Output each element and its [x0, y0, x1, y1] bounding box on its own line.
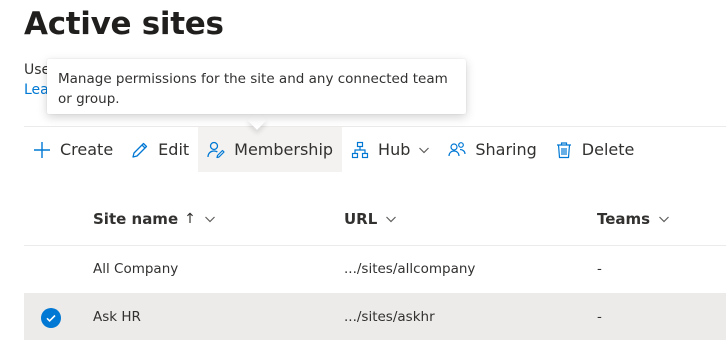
command-bar: Create Edit Membership Hub Sharing Delet…: [22, 127, 643, 172]
url-cell: .../sites/askhr: [344, 309, 435, 325]
table-row[interactable]: All Company .../sites/allcompany -: [24, 245, 726, 292]
tooltip-text: Manage permissions for the site and any …: [58, 71, 448, 107]
column-header-site-name[interactable]: Site name ↑: [93, 210, 216, 228]
delete-button[interactable]: Delete: [546, 127, 644, 172]
teams-cell: -: [597, 261, 602, 277]
trash-icon: [556, 141, 571, 158]
teams-cell: -: [597, 309, 602, 325]
sharing-label: Sharing: [475, 140, 537, 159]
hub-button[interactable]: Hub: [342, 127, 439, 172]
membership-button[interactable]: Membership: [198, 127, 343, 172]
plus-icon: [34, 141, 50, 158]
pencil-icon: [132, 142, 148, 158]
chevron-down-icon: [386, 216, 397, 223]
edit-button[interactable]: Edit: [122, 127, 198, 172]
chevron-down-icon: [659, 216, 670, 223]
sort-ascending-icon: ↑: [184, 211, 196, 227]
delete-label: Delete: [581, 140, 635, 159]
create-label: Create: [60, 140, 114, 159]
url-cell: .../sites/allcompany: [344, 261, 476, 277]
site-name-cell[interactable]: Ask HR: [93, 309, 141, 325]
learn-more-link[interactable]: Lea: [24, 82, 49, 98]
membership-tooltip: Manage permissions for the site and any …: [47, 59, 466, 114]
chevron-down-icon: [204, 216, 215, 223]
table-row-selected[interactable]: Ask HR .../sites/askhr -: [24, 293, 726, 340]
page-title: Active sites: [24, 6, 224, 42]
column-header-teams[interactable]: Teams: [597, 210, 670, 228]
sharing-button[interactable]: Sharing: [439, 127, 545, 172]
row-selected-checkbox[interactable]: [41, 308, 61, 328]
site-name-cell[interactable]: All Company: [93, 261, 178, 277]
checkmark-icon: [46, 314, 56, 323]
url-header-label: URL: [344, 210, 378, 228]
hub-label: Hub: [378, 140, 411, 159]
create-button[interactable]: Create: [22, 127, 122, 172]
membership-label: Membership: [234, 140, 334, 159]
sharing-icon: [448, 141, 466, 156]
chevron-down-icon: [419, 147, 430, 153]
people-edit-icon: [207, 141, 225, 158]
teams-header-label: Teams: [597, 210, 651, 228]
site-name-header-label: Site name: [93, 210, 179, 228]
edit-label: Edit: [158, 140, 190, 159]
hub-icon: [351, 141, 369, 158]
column-header-url[interactable]: URL: [344, 210, 397, 228]
